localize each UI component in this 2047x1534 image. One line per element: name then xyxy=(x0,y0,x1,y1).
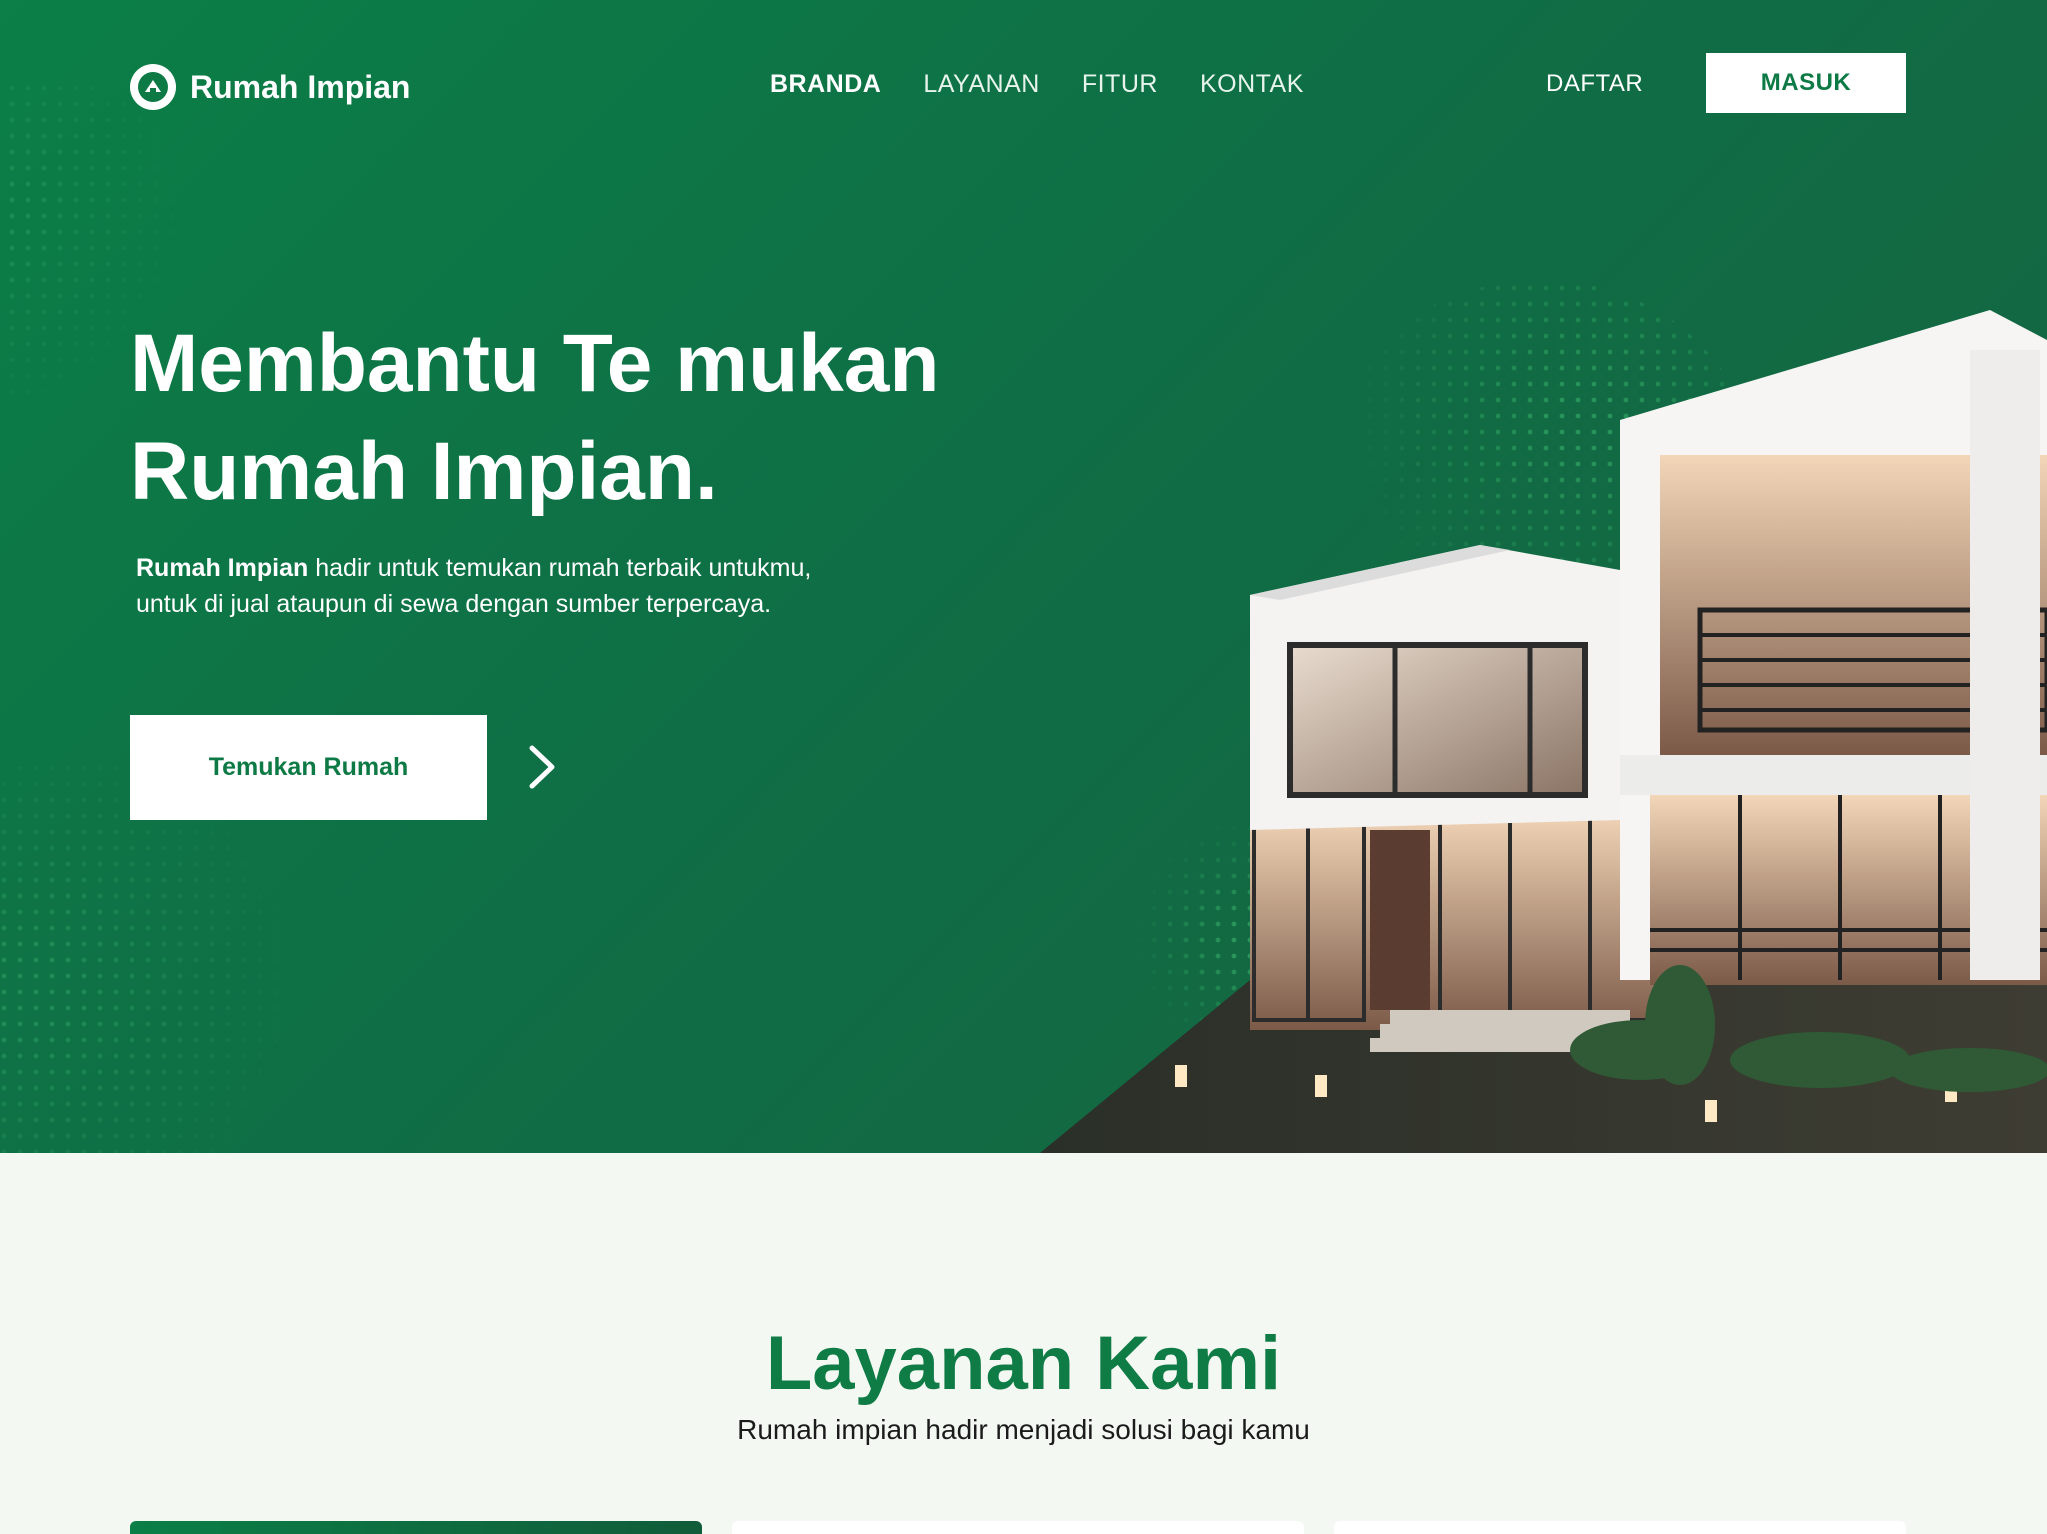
register-link[interactable]: DAFTAR xyxy=(1546,70,1643,98)
hero-headline-line1: Membantu Te mukan xyxy=(130,318,940,409)
hero-description-brand: Rumah Impian xyxy=(136,554,309,582)
nav-item-layanan[interactable]: LAYANAN xyxy=(923,70,1040,99)
hero-headline-line2: Rumah Impian. xyxy=(130,426,718,517)
service-card[interactable] xyxy=(1334,1521,1906,1534)
nav-item-kontak[interactable]: KONTAK xyxy=(1200,70,1304,99)
chevron-right-icon[interactable] xyxy=(524,742,560,792)
services-subtitle: Rumah impian hadir menjadi solusi bagi k… xyxy=(737,1414,1310,1445)
hero-section: Rumah Impian BRANDA LAYANAN FITUR KONTAK… xyxy=(0,0,2047,1153)
service-card[interactable] xyxy=(732,1521,1304,1534)
nav-item-fitur[interactable]: FITUR xyxy=(1082,70,1158,99)
login-button[interactable]: MASUK xyxy=(1706,53,1906,113)
main-nav: BRANDA LAYANAN FITUR KONTAK xyxy=(770,70,1304,99)
brand-name: Rumah Impian xyxy=(190,68,411,105)
hero-headline: Membantu Te mukan Rumah Impian. xyxy=(130,310,1030,526)
brand-logo[interactable]: Rumah Impian xyxy=(130,64,410,110)
hero-description: Rumah Impian hadir untuk temukan rumah t… xyxy=(136,550,836,622)
service-card[interactable] xyxy=(130,1521,702,1534)
house-image xyxy=(1040,310,2047,1153)
find-house-button[interactable]: Temukan Rumah xyxy=(130,715,487,820)
house-leaf-icon xyxy=(130,64,176,110)
nav-item-branda[interactable]: BRANDA xyxy=(770,70,881,99)
services-title: Layanan Kami xyxy=(765,1321,1282,1406)
